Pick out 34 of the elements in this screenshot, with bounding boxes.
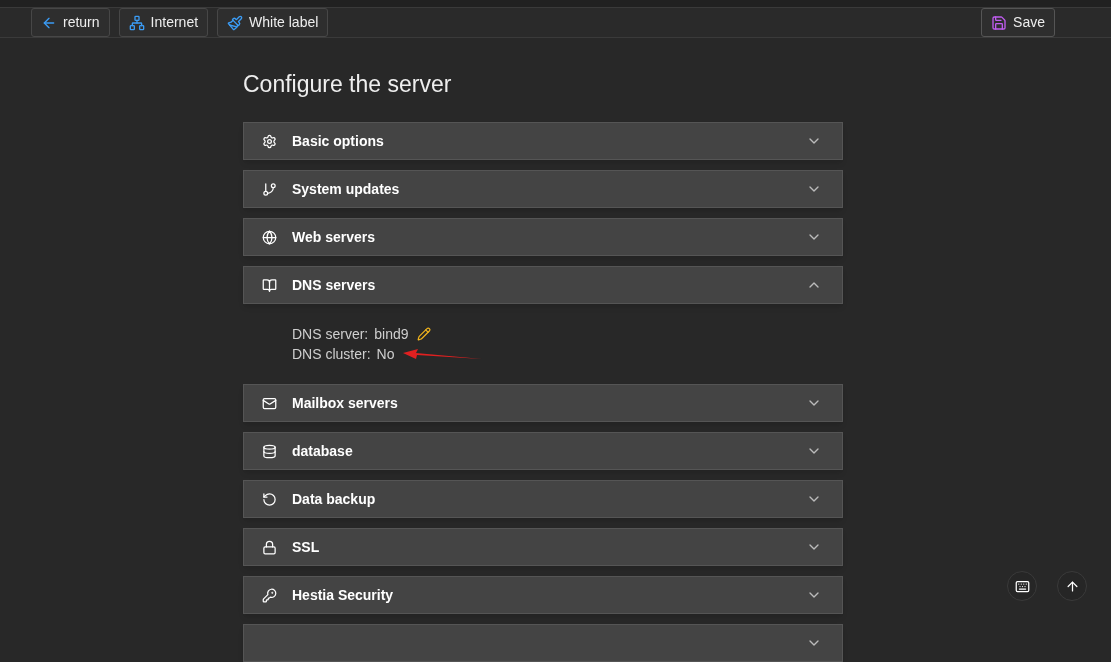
toolbar-button[interactable]: return xyxy=(31,8,110,37)
section-header[interactable]: Mailbox servers xyxy=(243,384,843,422)
lock-icon xyxy=(261,539,277,555)
section-header[interactable]: DNS servers xyxy=(243,266,843,304)
key-icon xyxy=(261,587,277,603)
section-header[interactable]: Web servers xyxy=(243,218,843,256)
gear-icon xyxy=(261,133,277,149)
toolbar-button[interactable]: Internet xyxy=(118,8,209,37)
pencil-icon[interactable] xyxy=(416,327,431,341)
globe-icon xyxy=(261,229,277,245)
detail-label: DNS cluster: xyxy=(292,345,371,364)
section-header[interactable]: Hestia Security xyxy=(243,576,843,614)
save-icon xyxy=(991,14,1008,31)
toolbar-button[interactable]: White label xyxy=(217,8,329,37)
page-title: Configure the server xyxy=(243,70,453,98)
book-icon xyxy=(261,277,277,293)
undo-icon xyxy=(261,491,277,507)
paintbrush-icon xyxy=(227,14,244,31)
branch-icon xyxy=(261,181,277,197)
network-icon xyxy=(128,14,145,31)
keyboard-icon xyxy=(1014,578,1030,594)
detail-value: No xyxy=(376,345,395,364)
section-header[interactable]: SSL xyxy=(243,528,843,566)
detail-label: DNS server: xyxy=(292,325,369,344)
scroll-top-button[interactable] xyxy=(1057,571,1087,601)
section-header[interactable]: database xyxy=(243,432,843,470)
database-icon xyxy=(261,443,277,459)
section-header[interactable]: System updates xyxy=(243,170,843,208)
section-header[interactable]: Basic options xyxy=(243,122,843,160)
save-button[interactable]: Save xyxy=(981,8,1055,37)
detail-value: bind9 xyxy=(374,325,409,344)
mail-icon xyxy=(261,395,277,411)
section-header[interactable]: Data backup xyxy=(243,480,843,518)
keyboard-button[interactable] xyxy=(1007,571,1037,601)
